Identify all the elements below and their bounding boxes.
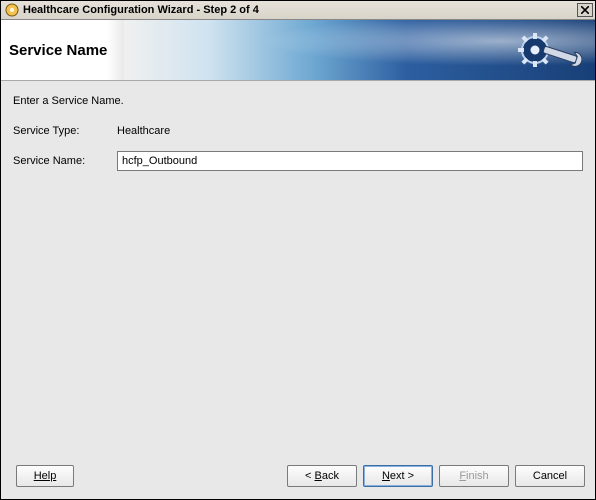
window-title: Healthcare Configuration Wizard - Step 2… — [23, 4, 577, 16]
close-button[interactable] — [577, 3, 593, 17]
gear-wrench-icon — [515, 28, 585, 77]
header-banner: Service Name — [1, 20, 595, 81]
service-name-row: Service Name: — [13, 151, 585, 171]
instruction-text: Enter a Service Name. — [13, 95, 585, 107]
next-button[interactable]: Next > — [363, 465, 433, 487]
help-button[interactable]: Help — [16, 465, 74, 487]
button-bar: Help < Back Next > Finish Cancel — [1, 459, 595, 499]
back-button[interactable]: < Back — [287, 465, 357, 487]
service-name-label: Service Name: — [13, 155, 117, 167]
close-icon — [581, 6, 589, 14]
service-type-row: Service Type: Healthcare — [13, 125, 585, 137]
cancel-button[interactable]: Cancel — [515, 465, 585, 487]
cancel-button-label: Cancel — [533, 470, 567, 482]
service-type-value: Healthcare — [117, 125, 170, 137]
wizard-window: Healthcare Configuration Wizard - Step 2… — [0, 0, 596, 500]
header-graphic — [124, 20, 595, 80]
app-icon — [5, 3, 19, 17]
titlebar: Healthcare Configuration Wizard - Step 2… — [1, 1, 595, 20]
step-title: Service Name — [9, 42, 107, 59]
finish-button: Finish — [439, 465, 509, 487]
service-name-input[interactable] — [117, 151, 583, 171]
content-area: Enter a Service Name. Service Type: Heal… — [1, 81, 595, 459]
help-button-label: Help — [34, 470, 57, 482]
service-type-label: Service Type: — [13, 125, 117, 137]
header-left: Service Name — [1, 20, 124, 80]
